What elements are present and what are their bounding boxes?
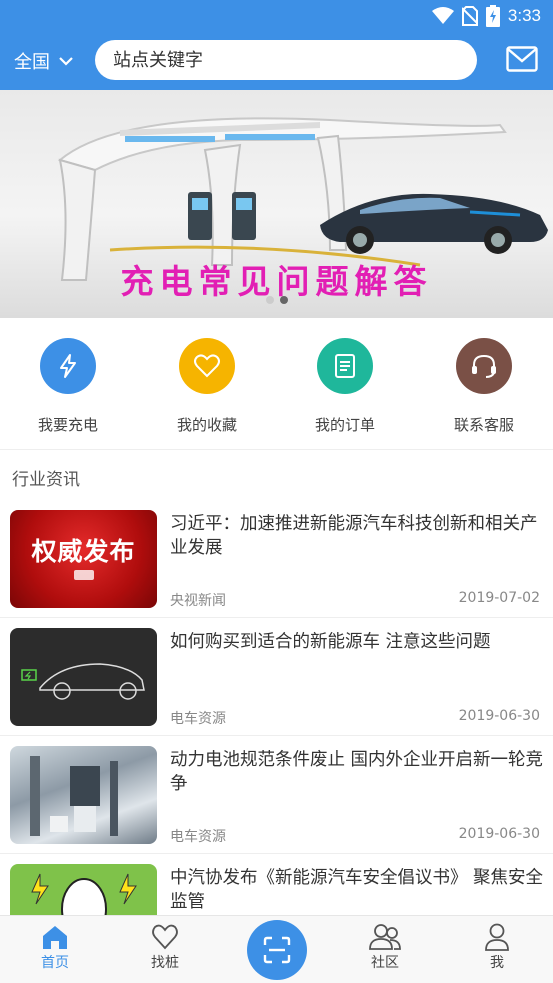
quick-actions: 我要充电 我的收藏 我的订单 联系客服 xyxy=(0,318,553,450)
status-bar: 3:33 xyxy=(0,0,553,32)
region-selector[interactable]: 全国 xyxy=(14,48,74,74)
news-item[interactable]: 权威发布 习近平：加速推进新能源汽车科技创新和相关产业发展 央视新闻 2019-… xyxy=(0,500,553,618)
bottom-nav: 首页 找桩 社区 我 xyxy=(0,915,553,983)
heart-icon xyxy=(194,354,220,378)
news-item[interactable]: 中汽协发布《新能源汽车安全倡议书》 聚焦安全监管 xyxy=(0,854,553,915)
news-date: 2019-07-02 xyxy=(458,590,540,606)
news-thumbnail xyxy=(10,628,157,726)
wifi-icon xyxy=(431,7,454,24)
quick-action-label: 我要充电 xyxy=(37,416,98,434)
news-thumbnail xyxy=(10,746,157,844)
status-time: 3:33 xyxy=(507,6,541,25)
news-list: 权威发布 习近平：加速推进新能源汽车科技创新和相关产业发展 央视新闻 2019-… xyxy=(0,500,553,915)
quick-action-support[interactable]: 联系客服 xyxy=(434,338,534,435)
banner-pagination xyxy=(0,296,553,304)
news-title: 动力电池规范条件废止 国内外企业开启新一轮竞争 xyxy=(170,750,544,794)
quick-action-favorites[interactable]: 我的收藏 xyxy=(157,338,257,435)
mail-icon[interactable] xyxy=(506,46,538,72)
nav-find-pile-label: 找桩 xyxy=(151,955,179,971)
lightning-icon xyxy=(60,354,76,378)
quick-action-label: 联系客服 xyxy=(453,416,514,434)
section-title: 行业资讯 xyxy=(12,470,80,490)
header: 全国 xyxy=(0,32,553,90)
news-item[interactable]: 如何购买到适合的新能源车 注意这些问题 电车资源 2019-06-30 xyxy=(0,618,553,736)
ev-car-illustration xyxy=(21,663,145,700)
news-source: 央视新闻 xyxy=(170,593,226,609)
nav-find-pile[interactable]: 找桩 xyxy=(125,922,205,972)
news-thumbnail: 权威发布 xyxy=(10,510,157,608)
nav-home-label: 首页 xyxy=(41,955,69,971)
quick-action-label: 我的收藏 xyxy=(176,416,237,434)
search-input[interactable] xyxy=(113,49,453,71)
thumbnail-logo xyxy=(74,570,94,580)
banner-dot-active[interactable] xyxy=(279,296,288,304)
news-date: 2019-06-30 xyxy=(458,708,540,724)
news-title: 如何购买到适合的新能源车 注意这些问题 xyxy=(170,632,491,652)
banner-dot[interactable] xyxy=(265,296,274,304)
scan-icon xyxy=(263,936,291,964)
news-source: 电车资源 xyxy=(170,829,226,845)
document-icon xyxy=(335,354,355,378)
nav-me-label: 我 xyxy=(490,955,504,971)
nav-community[interactable]: 社区 xyxy=(345,922,425,972)
quick-action-label: 我的订单 xyxy=(314,416,375,434)
chevron-down-icon xyxy=(59,57,73,66)
thumbnail-caption: 权威发布 xyxy=(31,537,136,566)
news-source: 电车资源 xyxy=(170,711,226,727)
search-box[interactable] xyxy=(95,40,477,80)
heart-icon xyxy=(152,924,178,950)
news-item[interactable]: 动力电池规范条件废止 国内外企业开启新一轮竞争 电车资源 2019-06-30 xyxy=(0,736,553,854)
news-thumbnail xyxy=(10,864,157,915)
status-icons: 3:33 xyxy=(431,4,541,28)
no-sim-icon xyxy=(461,6,478,26)
nav-me[interactable]: 我 xyxy=(457,922,537,972)
promo-banner[interactable]: 充电常见问题解答 xyxy=(0,90,553,318)
community-icon xyxy=(369,924,401,950)
quick-action-icon-bg xyxy=(179,338,235,394)
quick-action-charge[interactable]: 我要充电 xyxy=(18,338,118,435)
nav-community-label: 社区 xyxy=(371,955,399,971)
scan-button[interactable] xyxy=(247,920,307,980)
home-icon xyxy=(43,926,67,949)
news-title: 中汽协发布《新能源汽车安全倡议书》 聚焦安全监管 xyxy=(170,868,544,912)
battery-charging-icon xyxy=(485,5,500,27)
quick-action-icon-bg xyxy=(456,338,512,394)
quick-action-orders[interactable]: 我的订单 xyxy=(295,338,395,435)
battery-factory-illustration xyxy=(30,756,118,836)
news-date: 2019-06-30 xyxy=(458,826,540,842)
headset-icon xyxy=(472,354,496,378)
quick-action-icon-bg xyxy=(40,338,96,394)
quick-action-icon-bg xyxy=(317,338,373,394)
safety-shield-illustration xyxy=(31,873,137,915)
region-label: 全国 xyxy=(14,52,50,73)
news-title: 习近平：加速推进新能源汽车科技创新和相关产业发展 xyxy=(170,514,538,558)
user-icon xyxy=(485,923,509,951)
nav-home[interactable]: 首页 xyxy=(15,922,95,972)
